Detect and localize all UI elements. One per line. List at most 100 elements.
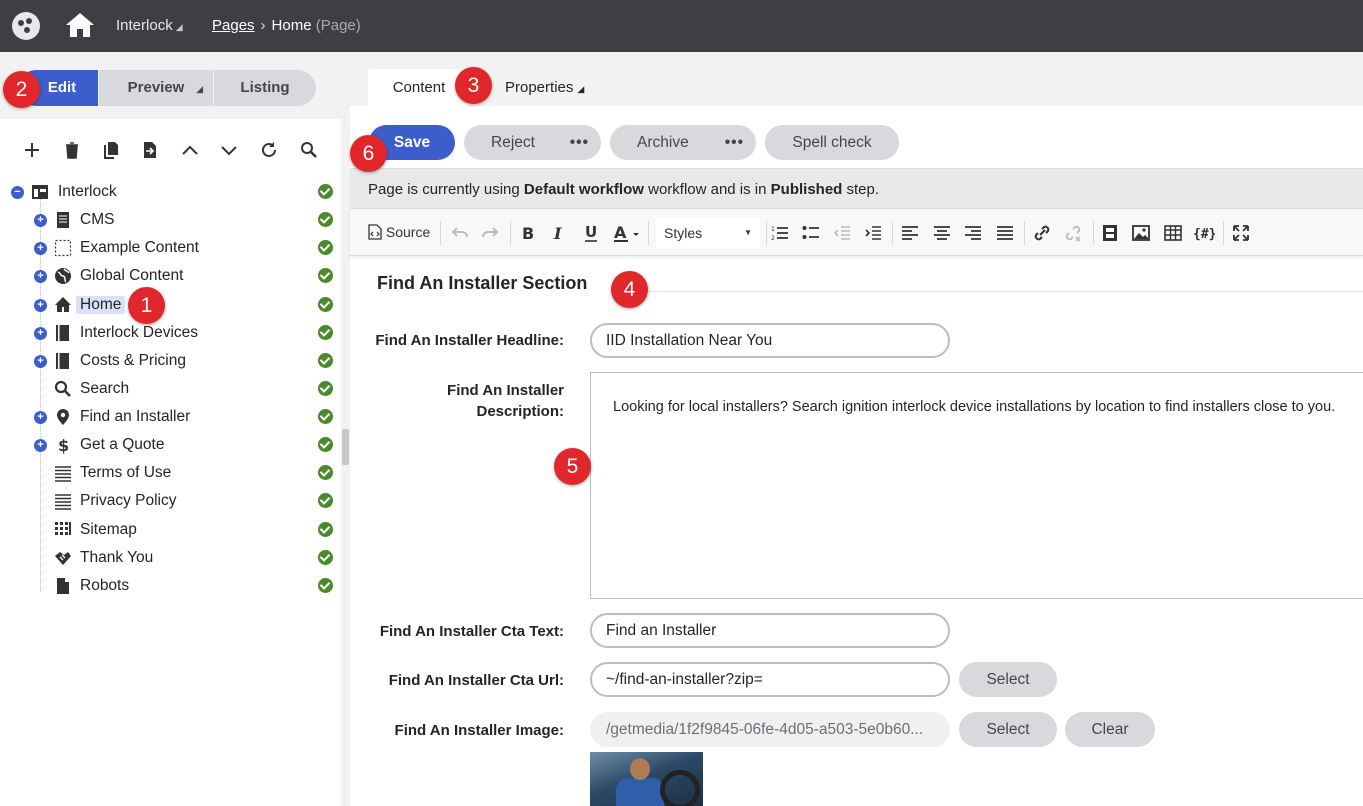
align-center-icon[interactable] xyxy=(933,224,951,242)
tab-properties[interactable]: Properties ◢ xyxy=(505,69,584,106)
expand-icon[interactable]: + xyxy=(34,355,47,368)
tree-item-label: Thank You xyxy=(80,549,154,566)
image-label: Find An Installer Image: xyxy=(394,722,564,739)
undo-icon[interactable] xyxy=(451,224,469,242)
expand-icon[interactable]: + xyxy=(34,270,47,283)
annotation-badge: 2 xyxy=(3,71,40,108)
tree-item-sitemap[interactable]: Sitemap xyxy=(0,518,341,542)
tree-item-search[interactable]: Search xyxy=(0,377,341,401)
collapse-icon[interactable]: − xyxy=(11,186,24,199)
home-icon[interactable] xyxy=(64,10,96,40)
chevron-up-icon[interactable] xyxy=(180,140,200,160)
tree-item-privacy-policy[interactable]: Privacy Policy xyxy=(0,489,341,513)
unlink-icon[interactable] xyxy=(1063,224,1083,242)
italic-icon[interactable]: I xyxy=(551,224,567,242)
app-logo-icon[interactable] xyxy=(12,12,40,40)
published-check-icon xyxy=(318,297,333,312)
expand-icon[interactable]: + xyxy=(34,327,47,340)
add-icon[interactable] xyxy=(22,140,42,160)
cta-url-input[interactable]: ~/find-an-installer?zip= xyxy=(590,662,950,697)
workflow-text: workflow and is in xyxy=(643,181,771,198)
expand-icon[interactable]: + xyxy=(34,214,47,227)
breadcrumb-type: (Page) xyxy=(315,17,361,34)
breadcrumb-pages-link[interactable]: Pages xyxy=(212,17,255,34)
dropdown-icon: ◢ xyxy=(175,22,183,32)
tree-item-terms-of-use[interactable]: Terms of Use xyxy=(0,461,341,485)
splitter-grip-icon[interactable] xyxy=(342,429,349,465)
action-bar: Save Reject ••• Archive ••• Spell check xyxy=(350,106,1363,168)
media-icon[interactable] xyxy=(1101,224,1119,242)
archive-label: Archive xyxy=(637,134,689,151)
refresh-icon[interactable] xyxy=(259,140,279,160)
mode-listing-button[interactable]: Listing xyxy=(214,70,316,106)
expand-icon[interactable]: + xyxy=(34,242,47,255)
link-icon[interactable] xyxy=(1032,224,1052,242)
styles-label: Styles xyxy=(664,225,703,241)
svg-text:A: A xyxy=(614,224,627,242)
expand-icon[interactable]: + xyxy=(34,439,47,452)
panel-splitter[interactable] xyxy=(341,52,350,806)
bullet-list-icon[interactable] xyxy=(802,224,820,242)
cta-url-select-button[interactable]: Select xyxy=(959,662,1057,697)
breadcrumb: Pages › Home (Page) xyxy=(212,17,361,34)
tree-item-robots[interactable]: Robots xyxy=(0,574,341,598)
align-justify-icon[interactable] xyxy=(996,224,1014,242)
macro-icon[interactable]: {#} xyxy=(1193,224,1215,242)
published-check-icon xyxy=(318,522,333,537)
expand-icon[interactable]: + xyxy=(34,299,47,312)
tree-item-find-an-installer[interactable]: + Find an Installer xyxy=(0,405,341,429)
trash-icon[interactable] xyxy=(62,140,82,160)
svg-text:2: 2 xyxy=(771,235,775,242)
site-selector[interactable]: Interlock ◢ xyxy=(116,17,183,34)
tree-item-thank-you[interactable]: Thank You xyxy=(0,546,341,570)
expand-icon[interactable]: + xyxy=(34,411,47,424)
tree-item-get-a-quote[interactable]: + $ Get a Quote xyxy=(0,433,341,457)
tree-item-interlock[interactable]: − Interlock xyxy=(0,180,341,204)
image-select-button[interactable]: Select xyxy=(959,712,1057,747)
source-button[interactable]: Source xyxy=(368,224,430,242)
svg-text:$: $ xyxy=(58,436,69,454)
outdent-icon[interactable] xyxy=(833,224,851,242)
redo-icon[interactable] xyxy=(481,224,499,242)
archive-button[interactable]: Archive ••• xyxy=(610,125,756,160)
numbered-list-icon[interactable]: 12 xyxy=(771,224,789,242)
tree-item-costs-pricing[interactable]: + Costs & Pricing xyxy=(0,349,341,373)
tree-item-home[interactable]: + Home xyxy=(0,293,341,317)
copy-icon[interactable] xyxy=(101,140,121,160)
image-path-input[interactable]: /getmedia/1f2f9845-06fe-4d05-a503-5e0b60… xyxy=(590,712,950,747)
chevron-down-icon[interactable] xyxy=(219,140,239,160)
indent-icon[interactable] xyxy=(864,224,882,242)
align-left-icon[interactable] xyxy=(901,224,919,242)
table-icon[interactable] xyxy=(1164,224,1182,242)
more-options-icon[interactable]: ••• xyxy=(570,125,589,160)
move-icon[interactable] xyxy=(140,140,160,160)
align-right-icon[interactable] xyxy=(964,224,982,242)
description-textarea[interactable]: Looking for local installers? Search ign… xyxy=(590,372,1363,599)
tree-item-cms[interactable]: + CMS xyxy=(0,208,341,232)
tree-item-global-content[interactable]: + Global Content xyxy=(0,264,341,288)
spell-check-button[interactable]: Spell check xyxy=(765,125,899,160)
mode-preview-button[interactable]: Preview ◢ xyxy=(99,70,214,106)
source-icon xyxy=(368,224,382,240)
editor-toolbar: Source B I U A Styles ▼ 12 {#} xyxy=(350,208,1363,256)
fullscreen-icon[interactable] xyxy=(1232,224,1250,242)
published-check-icon xyxy=(318,212,333,227)
tree-item-label: Robots xyxy=(80,577,130,594)
published-check-icon xyxy=(318,493,333,508)
headline-input[interactable]: IID Installation Near You xyxy=(590,323,950,358)
underline-icon[interactable]: U xyxy=(583,224,599,242)
image-thumbnail[interactable] xyxy=(590,752,703,806)
reject-button[interactable]: Reject ••• xyxy=(464,125,601,160)
published-check-icon xyxy=(318,184,333,199)
cta-text-input[interactable]: Find an Installer xyxy=(590,613,950,648)
image-icon[interactable] xyxy=(1132,224,1150,242)
styles-dropdown[interactable]: Styles ▼ xyxy=(656,218,760,248)
bold-icon[interactable]: B xyxy=(520,224,536,242)
tree-item-interlock-devices[interactable]: + Interlock Devices xyxy=(0,321,341,345)
tree-item-example-content[interactable]: + Example Content xyxy=(0,236,341,260)
text-color-icon[interactable]: A xyxy=(613,224,641,242)
more-options-icon[interactable]: ••• xyxy=(725,125,744,160)
image-clear-button[interactable]: Clear xyxy=(1065,712,1155,747)
search-icon[interactable] xyxy=(299,140,319,160)
annotation-badge: 3 xyxy=(455,67,492,104)
